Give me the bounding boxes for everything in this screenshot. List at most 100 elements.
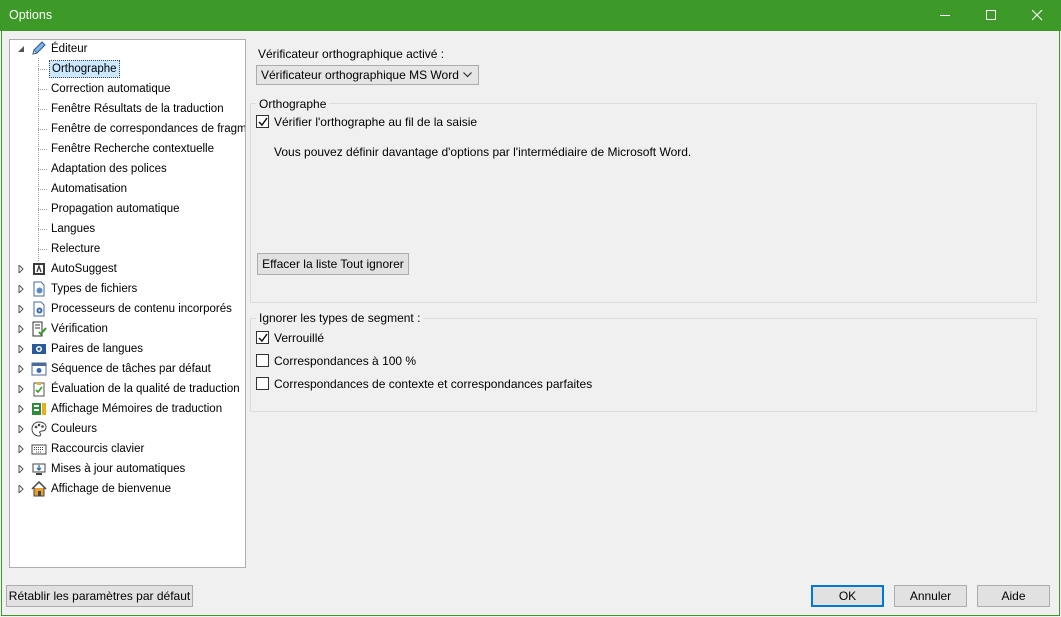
tree-node-label: Automatisation [51, 183, 128, 195]
expand-icon[interactable] [18, 445, 26, 453]
window-title: Options [9, 8, 53, 22]
close-button[interactable] [1015, 0, 1061, 31]
reset-defaults-button[interactable]: Rétablir les paramètres par défaut [6, 585, 193, 607]
pencil-icon [32, 41, 46, 55]
tree-node-label: Affichage de bienvenue [51, 483, 171, 495]
expand-icon[interactable] [18, 265, 26, 273]
tree-node-results-window[interactable]: Fenêtre Résultats de la traduction [10, 100, 245, 118]
locked-label[interactable]: Verrouillé [274, 331, 324, 345]
tree-node-quality-evaluation[interactable]: Évaluation de la qualité de traduction [10, 380, 245, 398]
tree-node-translation-memories[interactable]: Affichage Mémoires de traduction [10, 400, 245, 418]
expand-icon[interactable] [18, 385, 26, 393]
tree-node-file-types[interactable]: Types de fichiers [10, 280, 245, 298]
tree-connector [38, 69, 47, 70]
expand-icon[interactable] [18, 325, 26, 333]
tree-node-label: Vérification [51, 323, 108, 335]
tree-node-language-pairs[interactable]: Paires de langues [10, 340, 245, 358]
check-as-you-type-checkbox[interactable] [256, 115, 269, 128]
tree-node-label: Affichage Mémoires de traduction [51, 403, 223, 415]
ok-button[interactable]: OK [811, 585, 884, 607]
expand-icon[interactable] [18, 365, 26, 373]
clear-ignore-list-button[interactable]: Effacer la liste Tout ignorer [257, 253, 409, 275]
keyboard-icon [31, 444, 47, 455]
tree-node-label: Raccourcis clavier [51, 443, 145, 455]
tree-node-label: AutoSuggest [51, 263, 117, 275]
tree-node-label: Évaluation de la qualité de traduction [51, 383, 240, 395]
tree-node-label: Fenêtre de correspondances de fragm [51, 123, 246, 135]
tree-node-label: Processeurs de contenu incorporés [51, 303, 232, 315]
tree-node-languages[interactable]: Langues [10, 220, 245, 238]
hundred-percent-label[interactable]: Correspondances à 100 % [274, 354, 416, 368]
tree-node-label: Orthographe [49, 60, 120, 78]
tree-node-label: Séquence de tâches par défaut [51, 363, 211, 375]
verification-icon [32, 321, 47, 337]
palette-icon [31, 421, 47, 437]
tree-node-label: Langues [51, 223, 96, 235]
expand-icon[interactable] [18, 425, 26, 433]
tree-node-orthographe[interactable]: Orthographe [10, 60, 245, 78]
locked-checkbox[interactable] [256, 331, 269, 344]
tree-node-automation[interactable]: Automatisation [10, 180, 245, 198]
context-match-label[interactable]: Correspondances de contexte et correspon… [274, 377, 592, 391]
tree-node-editor[interactable]: Éditeur [10, 40, 245, 58]
tree-node-auto-propagation[interactable]: Propagation automatique [10, 200, 245, 218]
maximize-button[interactable] [969, 0, 1015, 31]
check-as-you-type-label[interactable]: Vérifier l'orthographe au fil de la sais… [274, 115, 477, 129]
tree-node-embedded-processors[interactable]: Processeurs de contenu incorporés [10, 300, 245, 318]
minimize-button[interactable] [923, 0, 969, 31]
embedded-processors-icon [33, 301, 45, 317]
tree-connector [38, 129, 47, 130]
expand-icon[interactable] [18, 305, 26, 313]
tree-connector [38, 249, 47, 250]
tree-node-correction[interactable]: Correction automatique [10, 80, 245, 98]
translation-memories-icon [32, 403, 46, 415]
language-pairs-icon [32, 344, 46, 354]
file-types-icon [33, 281, 45, 297]
spell-checker-select[interactable]: Vérificateur orthographique MS Word [256, 65, 479, 85]
tree-node-autosuggest[interactable]: AutoSuggest [10, 260, 245, 278]
tree-connector [38, 149, 47, 150]
tree-connector [38, 189, 47, 190]
tree-connector [38, 89, 47, 90]
tree-node-verification[interactable]: Vérification [10, 320, 245, 338]
minimize-icon [940, 15, 950, 16]
tree-node-label: Types de fichiers [51, 283, 138, 295]
expand-icon[interactable] [18, 405, 26, 413]
tree-node-colors[interactable]: Couleurs [10, 420, 245, 438]
quality-evaluation-icon [33, 382, 45, 397]
expand-icon[interactable] [18, 285, 26, 293]
close-icon [1032, 10, 1043, 21]
expand-icon[interactable] [18, 485, 26, 493]
auto-update-icon [32, 463, 46, 475]
tree-node-label: Adaptation des polices [51, 163, 167, 175]
title-bar: Options [0, 0, 1061, 31]
tree-node-task-sequence[interactable]: Séquence de tâches par défaut [10, 360, 245, 378]
spell-checker-label: Vérificateur orthographique activé : [258, 47, 445, 61]
tree-node-proofreading[interactable]: Relecture [10, 240, 245, 258]
task-sequence-icon [31, 362, 47, 376]
context-match-checkbox[interactable] [256, 377, 269, 390]
options-tree[interactable]: Éditeur Orthographe Correction automatiq… [9, 39, 246, 568]
tree-node-label: Mises à jour automatiques [51, 463, 186, 475]
tree-node-label: Fenêtre Recherche contextuelle [51, 143, 215, 155]
expand-icon[interactable] [18, 465, 26, 473]
collapse-icon[interactable] [17, 45, 25, 53]
tree-node-fragment-window[interactable]: Fenêtre de correspondances de fragm [10, 120, 245, 138]
tree-node-keyboard-shortcuts[interactable]: Raccourcis clavier [10, 440, 245, 458]
help-button[interactable]: Aide [977, 585, 1050, 607]
maximize-icon [986, 10, 996, 20]
tree-node-welcome-view[interactable]: Affichage de bienvenue [10, 480, 245, 498]
checkmark-icon [258, 333, 268, 343]
tree-connector [38, 229, 47, 230]
tree-node-concordance-window[interactable]: Fenêtre Recherche contextuelle [10, 140, 245, 158]
tree-node-label: Paires de langues [51, 343, 144, 355]
home-icon [31, 481, 47, 497]
tree-node-auto-updates[interactable]: Mises à jour automatiques [10, 460, 245, 478]
cancel-button[interactable]: Annuler [894, 585, 967, 607]
hundred-percent-checkbox[interactable] [256, 354, 269, 367]
spelling-group-title: Orthographe [256, 97, 330, 111]
tree-node-label: Propagation automatique [51, 203, 180, 215]
expand-icon[interactable] [18, 345, 26, 353]
tree-node-font-adaptation[interactable]: Adaptation des polices [10, 160, 245, 178]
chevron-down-icon [463, 72, 472, 78]
